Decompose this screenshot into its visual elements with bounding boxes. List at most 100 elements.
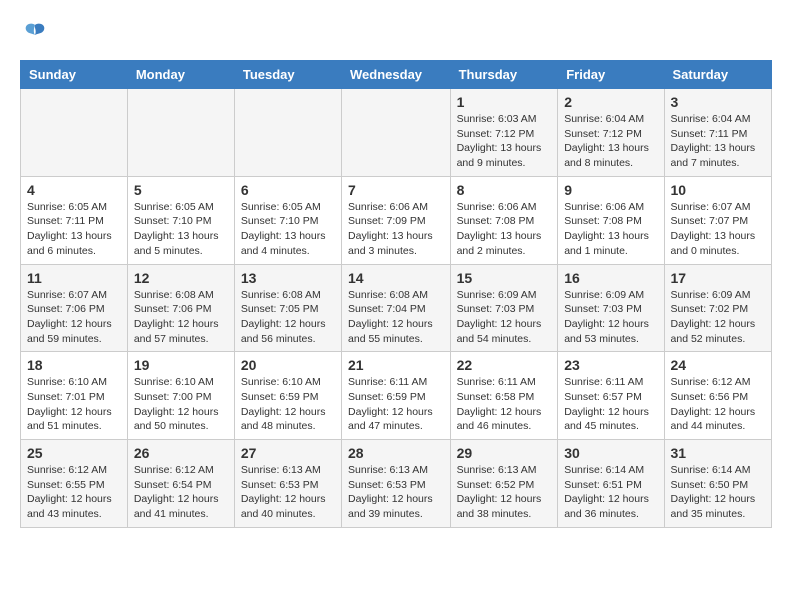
day-info: Sunrise: 6:07 AM Sunset: 7:07 PM Dayligh… [671, 200, 765, 259]
day-info: Sunrise: 6:08 AM Sunset: 7:05 PM Dayligh… [241, 288, 335, 347]
calendar-table: SundayMondayTuesdayWednesdayThursdayFrid… [20, 60, 772, 528]
calendar-week-row: 11 Sunrise: 6:07 AM Sunset: 7:06 PM Dayli… [21, 264, 772, 352]
weekday-header-sunday: Sunday [21, 61, 128, 89]
day-number: 20 [241, 357, 335, 373]
calendar-cell [127, 89, 234, 177]
day-number: 25 [27, 445, 121, 461]
day-number: 15 [457, 270, 552, 286]
bird-icon [20, 20, 50, 50]
day-number: 30 [564, 445, 657, 461]
day-number: 31 [671, 445, 765, 461]
calendar-cell: 23 Sunrise: 6:11 AM Sunset: 6:57 PM Dayli… [558, 352, 664, 440]
day-number: 24 [671, 357, 765, 373]
logo-icon [20, 20, 50, 50]
day-number: 21 [348, 357, 444, 373]
day-info: Sunrise: 6:11 AM Sunset: 6:59 PM Dayligh… [348, 375, 444, 434]
calendar-cell: 10 Sunrise: 6:07 AM Sunset: 7:07 PM Dayli… [664, 176, 771, 264]
day-number: 23 [564, 357, 657, 373]
weekday-header-thursday: Thursday [450, 61, 558, 89]
calendar-cell: 13 Sunrise: 6:08 AM Sunset: 7:05 PM Dayli… [234, 264, 341, 352]
calendar-cell: 19Sunrise: 6:10 AM Sunset: 7:00 PM Dayli… [127, 352, 234, 440]
calendar-cell [234, 89, 341, 177]
day-info: Sunrise: 6:11 AM Sunset: 6:57 PM Dayligh… [564, 375, 657, 434]
day-info: Sunrise: 6:12 AM Sunset: 6:56 PM Dayligh… [671, 375, 765, 434]
page-header [20, 20, 772, 50]
day-info: Sunrise: 6:04 AM Sunset: 7:12 PM Dayligh… [564, 112, 657, 171]
day-number: 5 [134, 182, 228, 198]
calendar-cell [342, 89, 451, 177]
day-number: 14 [348, 270, 444, 286]
day-info: Sunrise: 6:14 AM Sunset: 6:51 PM Dayligh… [564, 463, 657, 522]
day-info: Sunrise: 6:11 AM Sunset: 6:58 PM Dayligh… [457, 375, 552, 434]
day-number: 27 [241, 445, 335, 461]
day-number: 16 [564, 270, 657, 286]
calendar-cell: 28 Sunrise: 6:13 AM Sunset: 6:53 PM Dayli… [342, 440, 451, 528]
day-number: 17 [671, 270, 765, 286]
calendar-cell: 9 Sunrise: 6:06 AM Sunset: 7:08 PM Daylig… [558, 176, 664, 264]
day-number: 4 [27, 182, 121, 198]
calendar-cell: 18 Sunrise: 6:10 AM Sunset: 7:01 PM Dayli… [21, 352, 128, 440]
weekday-header-row: SundayMondayTuesdayWednesdayThursdayFrid… [21, 61, 772, 89]
day-info: Sunrise: 6:10 AM Sunset: 7:01 PM Dayligh… [27, 375, 121, 434]
calendar-cell: 5 Sunrise: 6:05 AM Sunset: 7:10 PM Daylig… [127, 176, 234, 264]
day-number: 11 [27, 270, 121, 286]
day-info: Sunrise: 6:05 AM Sunset: 7:11 PM Dayligh… [27, 200, 121, 259]
calendar-cell: 21 Sunrise: 6:11 AM Sunset: 6:59 PM Dayli… [342, 352, 451, 440]
day-number: 13 [241, 270, 335, 286]
calendar-cell: 17 Sunrise: 6:09 AM Sunset: 7:02 PM Dayli… [664, 264, 771, 352]
day-info: Sunrise: 6:12 AM Sunset: 6:55 PM Dayligh… [27, 463, 121, 522]
calendar-week-row: 1 Sunrise: 6:03 AM Sunset: 7:12 PM Daylig… [21, 89, 772, 177]
day-number: 28 [348, 445, 444, 461]
weekday-header-tuesday: Tuesday [234, 61, 341, 89]
calendar-cell: 24 Sunrise: 6:12 AM Sunset: 6:56 PM Dayli… [664, 352, 771, 440]
day-info: Sunrise: 6:09 AM Sunset: 7:03 PM Dayligh… [564, 288, 657, 347]
day-info: Sunrise: 6:09 AM Sunset: 7:02 PM Dayligh… [671, 288, 765, 347]
calendar-cell: 14Sunrise: 6:08 AM Sunset: 7:04 PM Dayli… [342, 264, 451, 352]
calendar-cell: 2 Sunrise: 6:04 AM Sunset: 7:12 PM Daylig… [558, 89, 664, 177]
calendar-cell: 31 Sunrise: 6:14 AM Sunset: 6:50 PM Dayli… [664, 440, 771, 528]
day-info: Sunrise: 6:14 AM Sunset: 6:50 PM Dayligh… [671, 463, 765, 522]
calendar-cell: 29 Sunrise: 6:13 AM Sunset: 6:52 PM Dayli… [450, 440, 558, 528]
calendar-cell: 8Sunrise: 6:06 AM Sunset: 7:08 PM Daylig… [450, 176, 558, 264]
weekday-header-friday: Friday [558, 61, 664, 89]
day-info: Sunrise: 6:03 AM Sunset: 7:12 PM Dayligh… [457, 112, 552, 171]
day-number: 2 [564, 94, 657, 110]
day-info: Sunrise: 6:12 AM Sunset: 6:54 PM Dayligh… [134, 463, 228, 522]
calendar-week-row: 18 Sunrise: 6:10 AM Sunset: 7:01 PM Dayli… [21, 352, 772, 440]
day-number: 10 [671, 182, 765, 198]
calendar-cell: 4 Sunrise: 6:05 AM Sunset: 7:11 PM Daylig… [21, 176, 128, 264]
calendar-cell: 1 Sunrise: 6:03 AM Sunset: 7:12 PM Daylig… [450, 89, 558, 177]
day-number: 12 [134, 270, 228, 286]
calendar-week-row: 4 Sunrise: 6:05 AM Sunset: 7:11 PM Daylig… [21, 176, 772, 264]
calendar-cell: 27 Sunrise: 6:13 AM Sunset: 6:53 PM Dayli… [234, 440, 341, 528]
day-number: 7 [348, 182, 444, 198]
day-number: 18 [27, 357, 121, 373]
calendar-cell: 15Sunrise: 6:09 AM Sunset: 7:03 PM Dayli… [450, 264, 558, 352]
day-info: Sunrise: 6:07 AM Sunset: 7:06 PM Dayligh… [27, 288, 121, 347]
day-number: 1 [457, 94, 552, 110]
calendar-cell: 16 Sunrise: 6:09 AM Sunset: 7:03 PM Dayli… [558, 264, 664, 352]
day-info: Sunrise: 6:06 AM Sunset: 7:08 PM Dayligh… [564, 200, 657, 259]
calendar-cell: 7 Sunrise: 6:06 AM Sunset: 7:09 PM Daylig… [342, 176, 451, 264]
day-info: Sunrise: 6:13 AM Sunset: 6:52 PM Dayligh… [457, 463, 552, 522]
day-info: Sunrise: 6:13 AM Sunset: 6:53 PM Dayligh… [348, 463, 444, 522]
day-info: Sunrise: 6:06 AM Sunset: 7:09 PM Dayligh… [348, 200, 444, 259]
calendar-week-row: 25 Sunrise: 6:12 AM Sunset: 6:55 PM Dayli… [21, 440, 772, 528]
day-number: 26 [134, 445, 228, 461]
weekday-header-wednesday: Wednesday [342, 61, 451, 89]
day-info: Sunrise: 6:08 AM Sunset: 7:06 PM Dayligh… [134, 288, 228, 347]
day-info: Sunrise: 6:05 AM Sunset: 7:10 PM Dayligh… [134, 200, 228, 259]
day-number: 9 [564, 182, 657, 198]
calendar-cell: 11 Sunrise: 6:07 AM Sunset: 7:06 PM Dayli… [21, 264, 128, 352]
day-info: Sunrise: 6:05 AM Sunset: 7:10 PM Dayligh… [241, 200, 335, 259]
day-number: 3 [671, 94, 765, 110]
day-number: 22 [457, 357, 552, 373]
calendar-cell: 20Sunrise: 6:10 AM Sunset: 6:59 PM Dayli… [234, 352, 341, 440]
day-info: Sunrise: 6:13 AM Sunset: 6:53 PM Dayligh… [241, 463, 335, 522]
day-info: Sunrise: 6:06 AM Sunset: 7:08 PM Dayligh… [457, 200, 552, 259]
calendar-cell [21, 89, 128, 177]
day-number: 29 [457, 445, 552, 461]
weekday-header-monday: Monday [127, 61, 234, 89]
day-info: Sunrise: 6:04 AM Sunset: 7:11 PM Dayligh… [671, 112, 765, 171]
calendar-cell: 30 Sunrise: 6:14 AM Sunset: 6:51 PM Dayli… [558, 440, 664, 528]
